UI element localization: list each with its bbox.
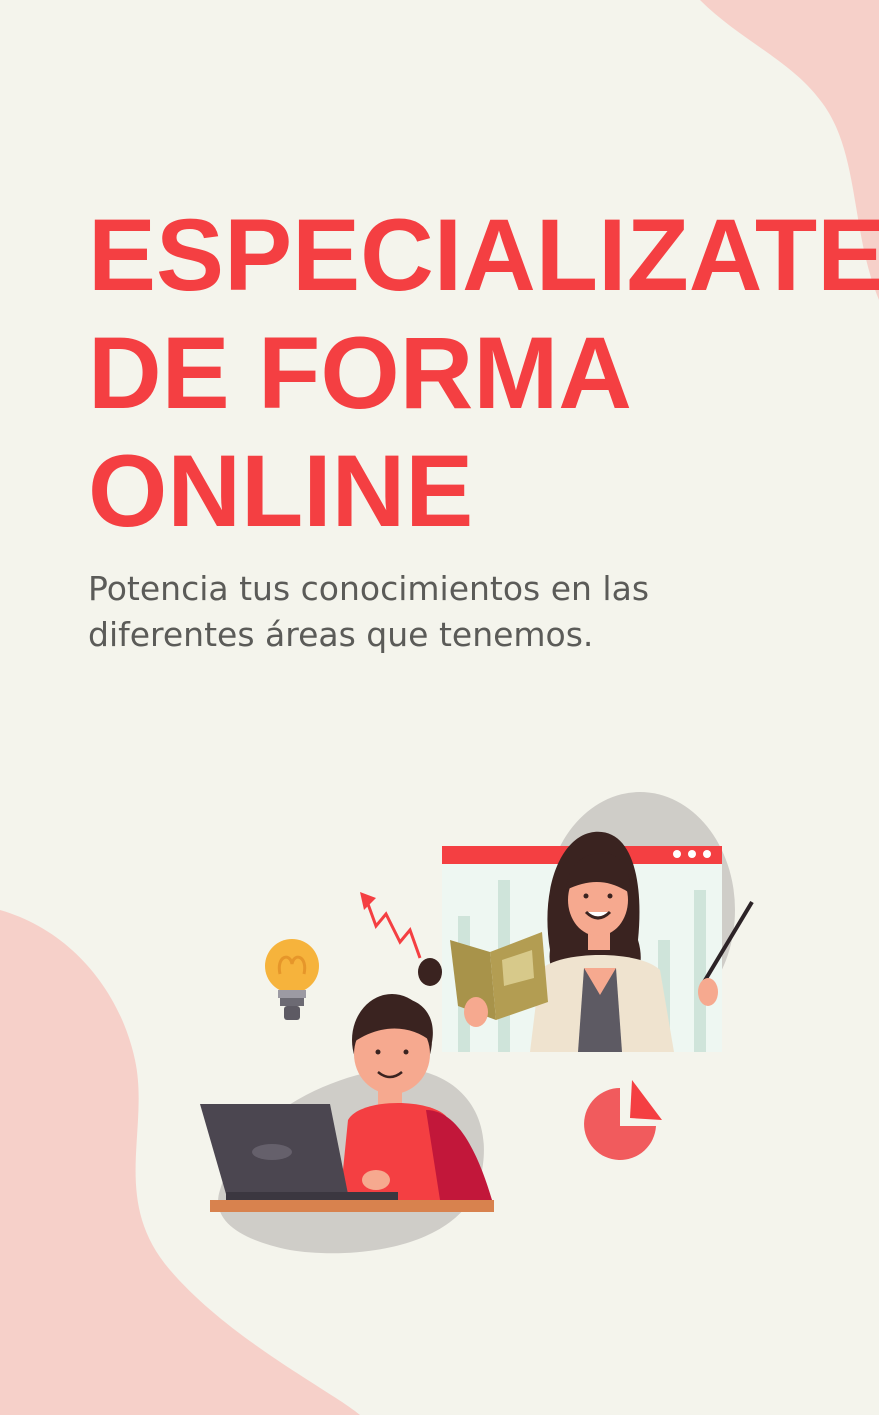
headline: ESPECIALIZATE DE FORMA ONLINE: [88, 196, 879, 550]
headline-line-1: ESPECIALIZATE: [88, 198, 879, 312]
subtitle-line-2: diferentes áreas que tenemos.: [88, 615, 594, 654]
teacher-hand: [698, 978, 718, 1006]
lightbulb-icon: [265, 939, 319, 1020]
pie-chart-icon: [584, 1080, 662, 1160]
subtitle: Potencia tus conocimientos en las difere…: [88, 566, 788, 658]
desk: [210, 1200, 494, 1212]
headline-line-2: DE FORMA: [88, 316, 632, 430]
promo-page: ESPECIALIZATE DE FORMA ONLINE Potencia t…: [0, 0, 879, 1415]
subtitle-line-1: Potencia tus conocimientos en las: [88, 569, 650, 608]
headline-line-3: ONLINE: [88, 434, 474, 548]
trend-arrow-icon: [360, 892, 422, 959]
online-class-illustration: [200, 792, 754, 1254]
